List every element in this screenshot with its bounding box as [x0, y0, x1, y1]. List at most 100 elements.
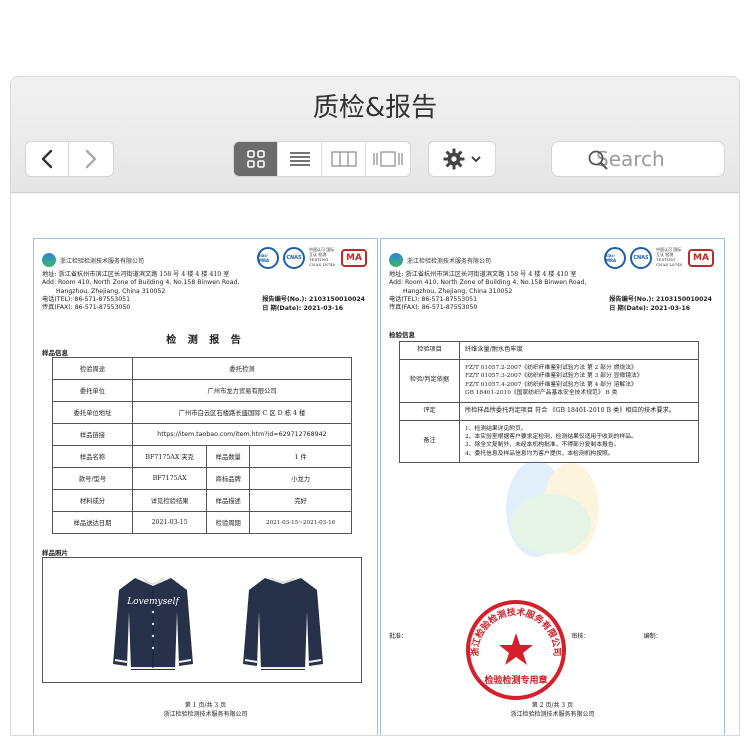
- cell-label: 材料成分: [52, 489, 133, 512]
- cell-value: BF7175AX: [131, 467, 208, 490]
- cell-label: 样品链接: [52, 423, 133, 446]
- chevron-right-icon: [85, 149, 97, 169]
- ilac-mra-icon: ilac-MRA: [604, 247, 626, 269]
- table-row: 检验周途 委托检测: [52, 357, 352, 380]
- org-logo: 浙江检验检测技术服务有限公司: [42, 253, 144, 267]
- approve-label: 批准：: [389, 633, 408, 640]
- page-number: 第 1 页/共 3 页: [184, 702, 227, 709]
- address-cn: 地址: 浙江省杭州市滨江区长河街道滨文路 158 号 4 楼 4 楼 410 室: [389, 271, 577, 278]
- jacket-back-image: [243, 577, 323, 670]
- fax: 传真(FAX): 86-571-87553050: [389, 304, 478, 312]
- org-logo: 浙江检验检测技术服务有限公司: [389, 253, 491, 267]
- list-view-button[interactable]: [278, 142, 322, 176]
- cell-value: 2021-03-15: [131, 511, 208, 534]
- cell-label: 款号/型号: [52, 467, 133, 490]
- titlebar: 质检&报告 Search: [11, 77, 739, 193]
- ma-icon: MA: [341, 249, 367, 267]
- cnas-icon: CNAS: [630, 247, 652, 269]
- grid-view-button[interactable]: [234, 142, 278, 176]
- sample-info-table: 检验周途 委托检测 委托单位 广州市龙力贸易有限公司 委托单位地址 广州市白云区…: [52, 357, 352, 534]
- table-row: 款号/型号 BF7175AX 商标品牌 小龙力: [52, 467, 352, 490]
- cell-value: 广州市白云区石楼路长盛国际 C 区 D 栋 4 楼: [132, 401, 352, 424]
- table-row: 样品名称 BF7175AX 夹克 样品数量 1 件: [52, 445, 352, 468]
- report-number-block: 报告编号(No.): 2103150010024 日 期(Date): 2021…: [609, 296, 712, 313]
- gear-icon: [443, 148, 465, 170]
- cell-label: 样品送达日期: [52, 511, 133, 534]
- cell-label: 检验项目: [399, 341, 460, 360]
- org-name: 浙江检验检测技术服务有限公司: [60, 257, 145, 265]
- cert-logos: ilac-MRA CNAS 中国认可 国际互认 检测 TESTING CNAS …: [604, 247, 714, 269]
- org-logo-icon: [42, 253, 56, 267]
- ma-icon: MA: [688, 249, 714, 267]
- column-view-icon: [330, 151, 357, 167]
- report-date: 日 期(Date): 2021-03-16: [609, 304, 691, 312]
- column-view-button[interactable]: [322, 142, 366, 176]
- cell-label: 样品描述: [206, 489, 251, 512]
- cert-logos: ilac-MRA CNAS 中国认可 国际互认 检测 TESTING CNAS …: [257, 247, 367, 269]
- cell-value: FZ/T 01057.2-2007《纺织纤维鉴别试验方法 第 2 部分 燃烧法》…: [459, 358, 699, 403]
- table-row: 评定 所检样品所委托判定项目 符合 《GB 18401-2010 B 类》相应的…: [399, 401, 699, 421]
- list-view-icon: [289, 152, 310, 166]
- table-row: 样品送达日期 2021-03-15 检验周期 2021-03-15~2021-0…: [52, 511, 352, 534]
- address-en-1: Add: Room 410, North Zone of Building 4,…: [389, 279, 587, 287]
- table-row: 材料成分 详见检验结果 样品描述 完好: [52, 489, 352, 512]
- test-info-label: 检验信息: [389, 331, 415, 339]
- address-en-2: Hangzhou, Zhejiang, China 310052: [56, 287, 166, 295]
- cell-label: 评定: [399, 401, 460, 421]
- report-page-1[interactable]: 浙江检验检测技术服务有限公司 ilac-MRA CNAS 中国认可 国际互认 检…: [33, 238, 378, 735]
- address-cn: 地址: 浙江省杭州市滨江区长河街道滨文路 158 号 4 楼 4 楼 410 室: [42, 271, 230, 278]
- cell-label: 商标品牌: [206, 467, 251, 490]
- table-row: 检验项目 纤维含量/耐水色牢度: [399, 341, 699, 360]
- content-area: 浙江检验检测技术服务有限公司 ilac-MRA CNAS 中国认可 国际互认 检…: [11, 194, 739, 735]
- cell-value: https://item.taobao.com/item.htm?id=6297…: [132, 423, 352, 446]
- report-number-block: 报告编号(No.): 2103150010024 日 期(Date): 2021…: [262, 296, 365, 313]
- action-menu-button[interactable]: [428, 141, 496, 177]
- cell-value: 委托检测: [132, 357, 352, 380]
- gallery-view-button[interactable]: [366, 142, 410, 176]
- finder-window: 质检&报告 Search 浙江检验检测技术服务有限公司 ilac-MRA CNA…: [10, 76, 740, 736]
- grid-view-icon: [246, 150, 265, 168]
- cell-label: 委托单位: [52, 379, 133, 402]
- gallery-view-icon: [373, 151, 403, 167]
- cell-value: 广州市龙力贸易有限公司: [132, 379, 352, 402]
- table-row: 检验/判定依据 FZ/T 01057.2-2007《纺织纤维鉴别试验方法 第 2…: [399, 358, 699, 403]
- seal-bottom-text: 检验检测专用章: [484, 674, 547, 686]
- forward-button[interactable]: [69, 141, 114, 177]
- cnas-text: 中国认可 国际互认 检测 TESTING CNAS L8740: [309, 247, 336, 267]
- chevron-left-icon: [41, 149, 53, 169]
- cell-label: 检验/判定依据: [399, 358, 460, 403]
- sample-photo-label: 样品照片: [42, 549, 68, 557]
- org-name: 浙江检验检测技术服务有限公司: [407, 257, 492, 265]
- cell-label: 检验周途: [52, 357, 133, 380]
- watermark-logo: [506, 461, 599, 557]
- back-button[interactable]: [25, 141, 69, 177]
- ilac-mra-icon: ilac-MRA: [257, 247, 279, 269]
- report-page-2[interactable]: 浙江检验检测技术服务有限公司 ilac-MRA CNAS 中国认可 国际互认 检…: [380, 238, 725, 735]
- cell-label: 检验周期: [206, 511, 251, 534]
- report-date: 日 期(Date): 2021-03-16: [262, 304, 344, 312]
- cell-value: 纤维含量/耐水色牢度: [459, 341, 699, 360]
- search-field[interactable]: Search: [551, 141, 725, 177]
- cell-label: 样品数量: [206, 445, 251, 468]
- sample-photo-box: Lovemyself: [42, 557, 362, 683]
- report-heading: 检 测 报 告: [166, 335, 245, 346]
- cell-value: BF7175AX 夹克: [131, 445, 208, 468]
- table-row: 委托单位地址 广州市白云区石楼路长盛国际 C 区 D 栋 4 楼: [52, 401, 352, 424]
- footer-org: 浙江检验检测技术服务有限公司: [510, 711, 595, 718]
- jacket-print-text: Lovemyself: [126, 597, 180, 607]
- cell-label: 委托单位地址: [52, 401, 133, 424]
- official-seal: 浙江检验检测技术服务有限公司 检验检测专用章: [466, 600, 566, 700]
- view-mode-group: [233, 141, 411, 177]
- page-footer: 第 1 页/共 3 页 浙江检验检测技术服务有限公司: [34, 701, 377, 719]
- window-title: 质检&报告: [312, 93, 438, 123]
- report-number: 报告编号(No.): 2103150010024: [609, 296, 712, 303]
- review-label: 审核：: [571, 633, 590, 640]
- page-footer: 第 2 页/共 3 页 浙江检验检测技术服务有限公司: [381, 701, 724, 719]
- test-info-table: 检验项目 纤维含量/耐水色牢度 检验/判定依据 FZ/T 01057.2-200…: [399, 341, 699, 464]
- chevron-down-icon: [471, 156, 481, 163]
- cell-value: 2021-03-15~2021-03-16: [249, 511, 352, 534]
- table-row: 委托单位 广州市龙力贸易有限公司: [52, 379, 352, 402]
- address-en-2: Hangzhou, Zhejiang, China 310052: [403, 287, 513, 295]
- cell-value: 小龙力: [249, 467, 352, 490]
- sample-info-label: 样品信息: [42, 349, 68, 357]
